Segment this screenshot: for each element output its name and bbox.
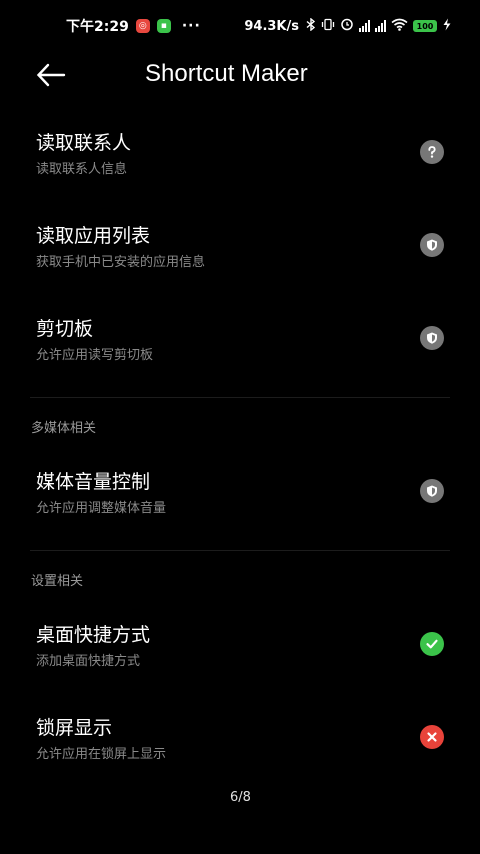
shield-icon[interactable] — [420, 326, 444, 350]
permission-description: 读取联系人信息 — [36, 162, 128, 177]
back-arrow-icon[interactable] — [36, 62, 66, 88]
question-mark-icon[interactable] — [420, 140, 444, 164]
permission-list: 读取联系人 读取联系人信息 读取应用列表 获取手机中已安装的应用信息 剪切板 允… — [0, 98, 480, 776]
section-label: 设置相关 — [31, 574, 84, 589]
permission-title: 媒体音量控制 — [36, 471, 151, 493]
permission-description: 允许应用调整媒体音量 — [36, 501, 167, 516]
section-divider — [0, 530, 480, 570]
permission-title: 桌面快捷方式 — [36, 624, 151, 646]
permission-item-media-volume[interactable]: 媒体音量控制 允许应用调整媒体音量 — [0, 437, 480, 530]
message-icon: ▪ — [156, 19, 171, 33]
network-speed: 94.3K/s — [244, 18, 299, 34]
app-bar: Shortcut Maker — [0, 52, 480, 98]
permission-title: 读取应用列表 — [36, 225, 151, 247]
status-bar: 下午2:29 ◎ ▪ ··· 94.3K/s 100 — [0, 0, 480, 52]
permission-title: 读取联系人 — [36, 132, 132, 154]
signal-icon-2 — [375, 20, 386, 32]
more-notifications-icon: ··· — [181, 18, 201, 34]
battery-icon: 100 — [413, 20, 437, 32]
permission-item-desktop-shortcut[interactable]: 桌面快捷方式 添加桌面快捷方式 — [0, 590, 480, 683]
shield-icon[interactable] — [420, 479, 444, 503]
shield-icon[interactable] — [420, 233, 444, 257]
permission-item-lockscreen-display[interactable]: 锁屏显示 允许应用在锁屏上显示 — [0, 683, 480, 776]
page-title: Shortcut Maker — [145, 60, 308, 87]
close-icon[interactable] — [420, 725, 444, 749]
notification-app-icon: ◎ — [135, 19, 150, 33]
permission-title: 剪切板 — [36, 318, 94, 340]
permission-title: 锁屏显示 — [36, 717, 113, 739]
wifi-icon — [391, 18, 408, 35]
section-label: 多媒体相关 — [31, 421, 97, 436]
alarm-icon — [340, 17, 354, 35]
permission-description: 添加桌面快捷方式 — [36, 654, 141, 669]
permission-description: 允许应用在锁屏上显示 — [36, 747, 167, 762]
check-icon[interactable] — [420, 632, 444, 656]
section-divider — [0, 377, 480, 417]
page-indicator: 6/8 — [230, 790, 251, 805]
permission-description: 获取手机中已安装的应用信息 — [36, 255, 206, 270]
vibrate-icon — [321, 18, 335, 35]
charging-icon — [442, 18, 452, 35]
bluetooth-icon — [306, 17, 316, 35]
status-time: 下午2:29 — [66, 19, 129, 35]
permission-item-read-contacts[interactable]: 读取联系人 读取联系人信息 — [0, 98, 480, 191]
signal-icon-1 — [359, 20, 370, 32]
permission-item-clipboard[interactable]: 剪切板 允许应用读写剪切板 — [0, 284, 480, 377]
permission-description: 允许应用读写剪切板 — [36, 348, 154, 363]
permission-item-read-app-list[interactable]: 读取应用列表 获取手机中已安装的应用信息 — [0, 191, 480, 284]
